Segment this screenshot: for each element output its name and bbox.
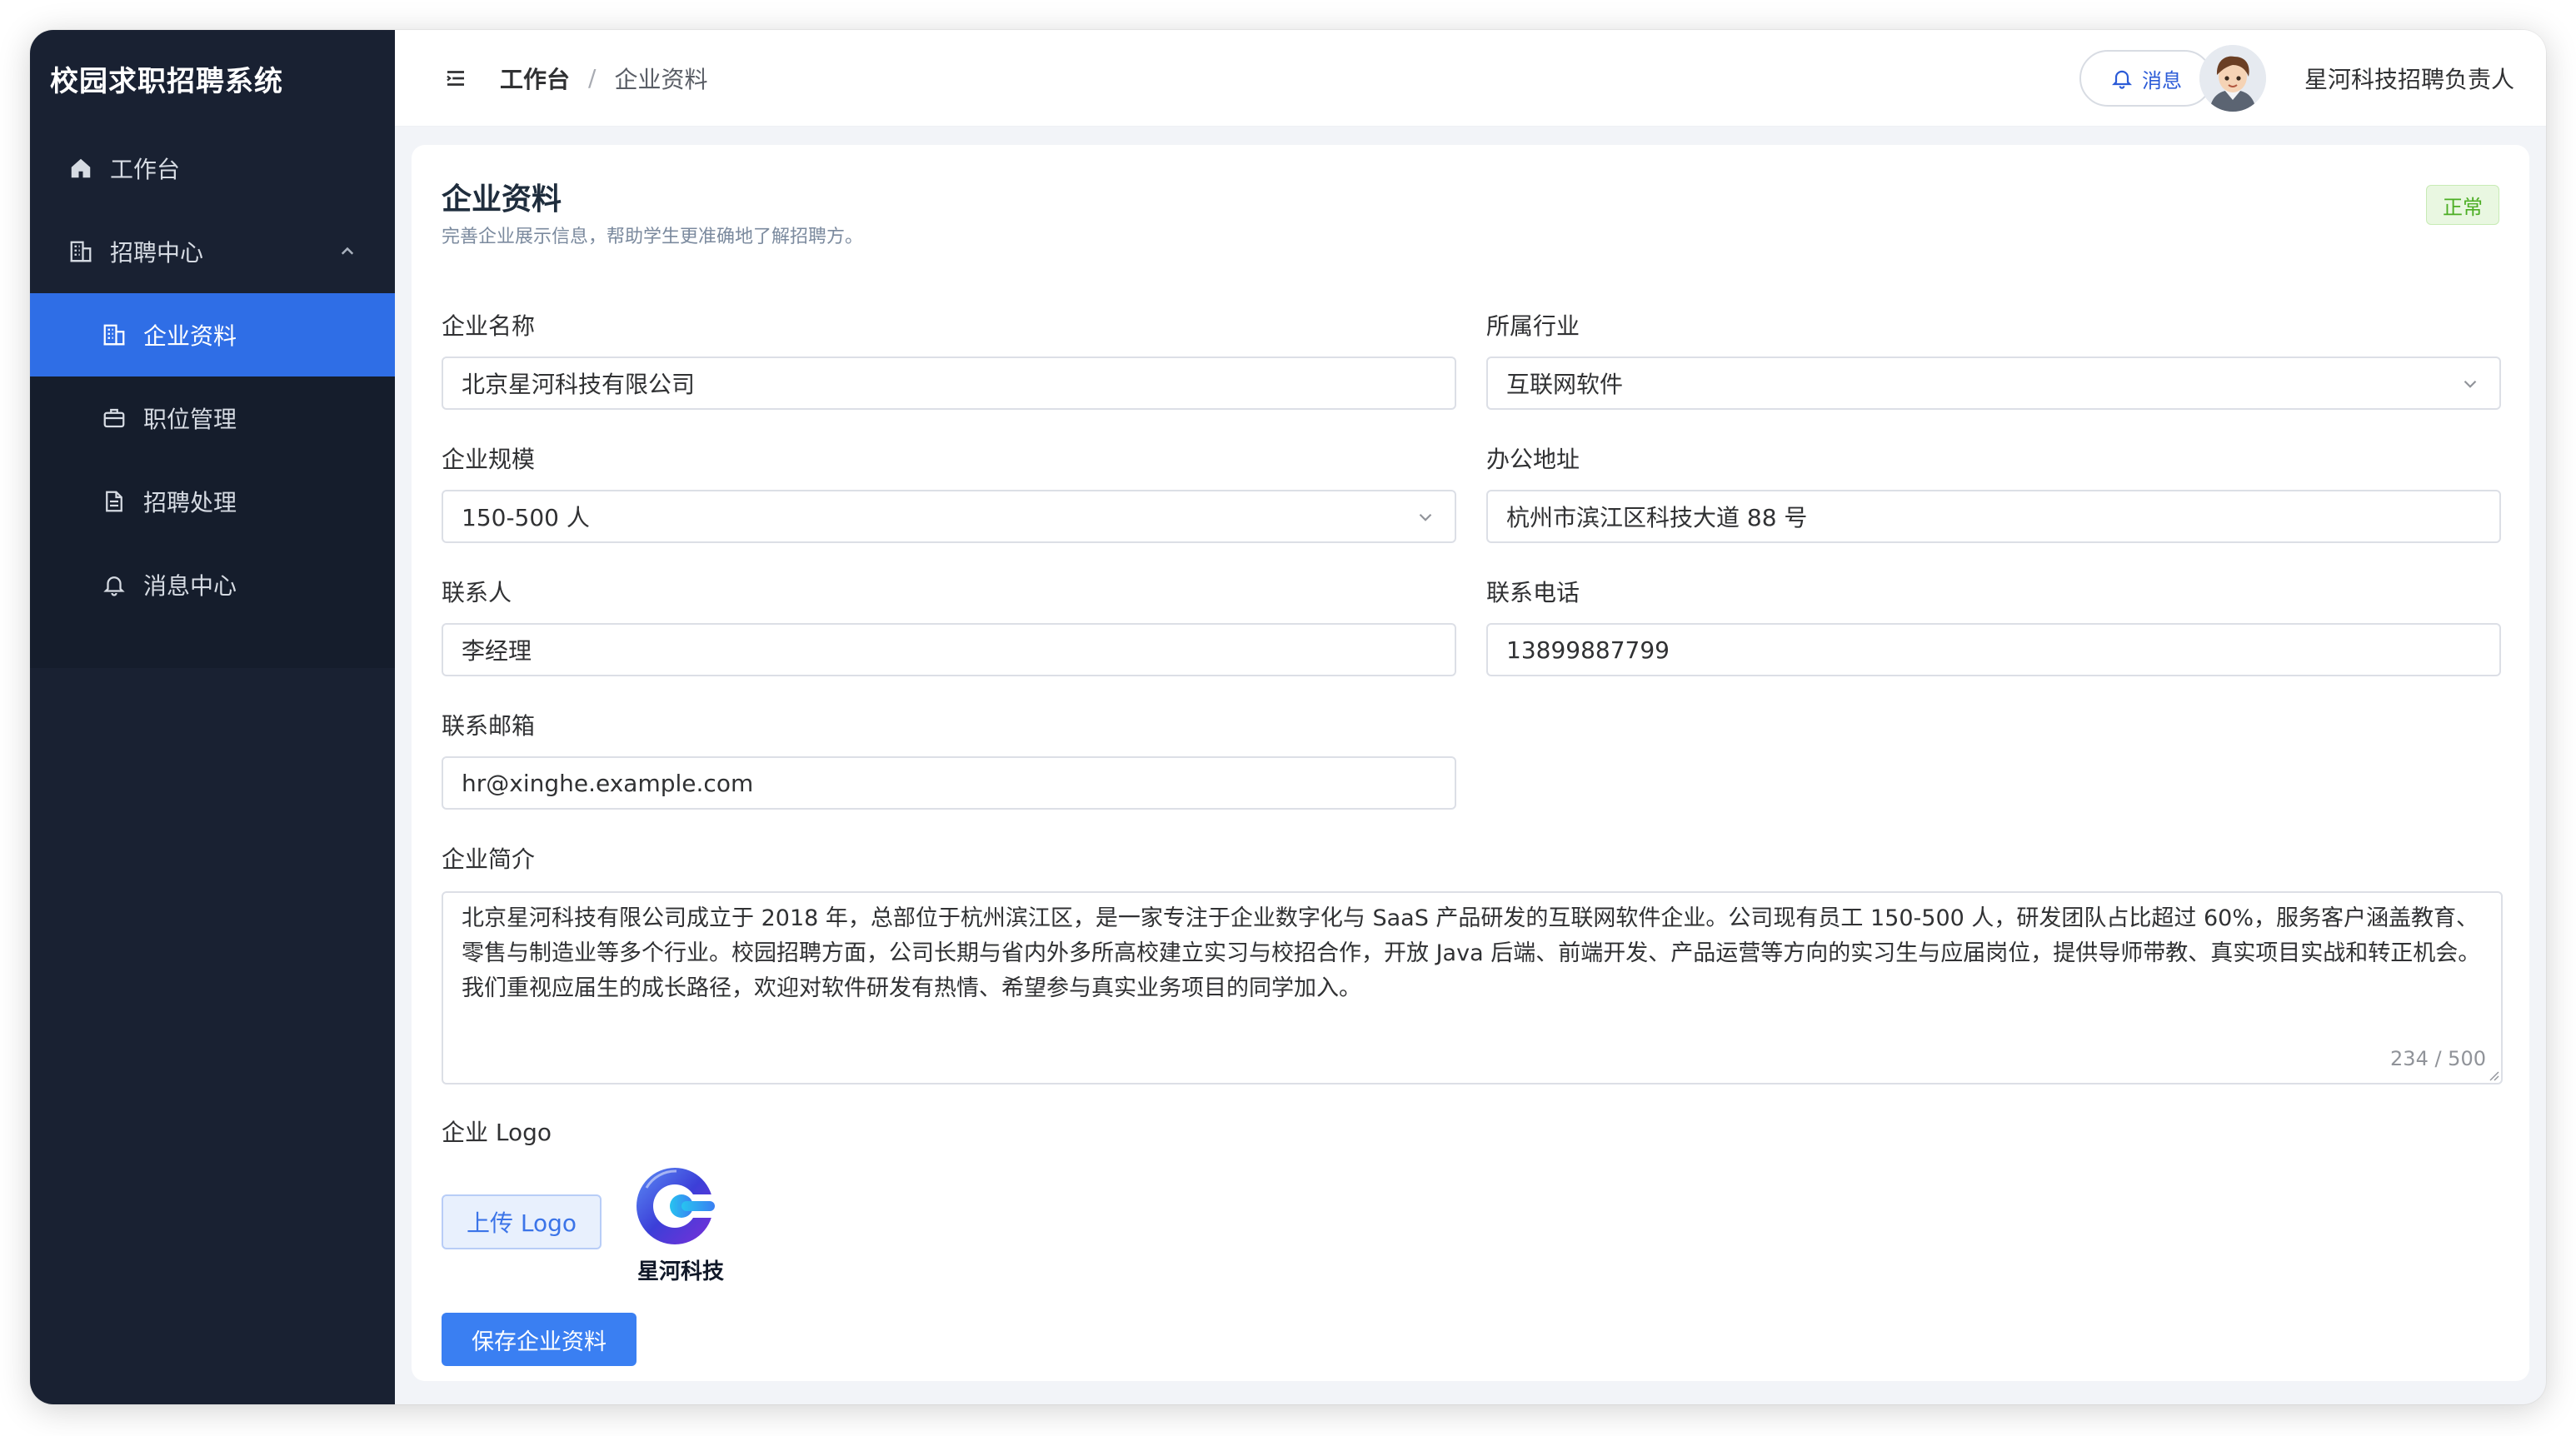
company-logo-mark (637, 1168, 720, 1244)
industry-value: 互联网软件 (1506, 371, 1624, 398)
sidebar-item-recruit-processing[interactable]: 招聘处理 (30, 460, 395, 543)
messages-button[interactable]: 消息 (2079, 50, 2213, 107)
page-subtitle: 完善企业展示信息，帮助学生更准确地了解招聘方。 (442, 227, 864, 247)
breadcrumb-item-current: 企业资料 (614, 65, 708, 93)
building-icon (100, 321, 128, 349)
intro-textarea[interactable]: 北京星河科技有限公司成立于 2018 年，总部位于杭州滨江区，是一家专注于企业数… (442, 891, 2503, 1084)
company-logo: 星河科技 (627, 1163, 738, 1284)
phone-label: 联系电话 (1486, 579, 1580, 606)
company-profile-card: 企业资料 完善企业展示信息，帮助学生更准确地了解招聘方。 正常 企业名称 北京星… (412, 145, 2529, 1381)
resize-handle-icon[interactable] (2486, 1068, 2499, 1081)
chevron-up-icon (341, 247, 354, 255)
save-profile-button[interactable]: 保存企业资料 (442, 1313, 637, 1366)
top-header: 工作台 / 企业资料 消息 星河科技招聘负责人 (395, 30, 2546, 127)
sidebar: 校园求职招聘系统 工作台 招聘中心 企业资料 职位管理 招聘处理 消息中心 (30, 30, 395, 1404)
menu-fold-icon[interactable] (443, 66, 468, 91)
email-input[interactable]: hr@xinghe.example.com (442, 756, 1456, 810)
sidebar-item-label: 职位管理 (143, 406, 237, 433)
sidebar-item-label: 招聘处理 (143, 489, 237, 516)
breadcrumb-separator: / (588, 64, 597, 92)
address-value: 杭州市滨江区科技大道 88 号 (1506, 504, 1808, 531)
scale-value: 150-500 人 (462, 504, 590, 531)
sidebar-item-recruit-center[interactable]: 招聘中心 (30, 210, 395, 293)
sidebar-item-label: 企业资料 (143, 322, 237, 350)
document-icon (100, 487, 128, 516)
breadcrumb-item-workbench[interactable]: 工作台 (500, 62, 570, 95)
industry-select[interactable]: 互联网软件 (1486, 357, 2501, 410)
app-title: 校园求职招聘系统 (50, 64, 283, 98)
contact-value: 李经理 (462, 637, 532, 665)
contact-label: 联系人 (442, 579, 512, 606)
contact-input[interactable]: 李经理 (442, 623, 1456, 676)
chevron-down-icon (1419, 513, 1432, 521)
char-counter: 234 / 500 (2390, 1047, 2486, 1070)
breadcrumb: 工作台 / 企业资料 (500, 62, 707, 95)
user-name[interactable]: 星河科技招聘负责人 (2304, 62, 2514, 95)
intro-label: 企业简介 (442, 845, 536, 873)
company-name-value: 北京星河科技有限公司 (462, 371, 696, 398)
phone-value: 13899887799 (1506, 636, 1670, 664)
sidebar-item-label: 工作台 (110, 156, 181, 183)
industry-label: 所属行业 (1486, 312, 1580, 340)
phone-input[interactable]: 13899887799 (1486, 623, 2501, 676)
scale-select[interactable]: 150-500 人 (442, 490, 1456, 543)
home-icon (67, 154, 95, 182)
chevron-down-icon (2464, 380, 2477, 388)
page-title: 企业资料 (442, 182, 562, 217)
company-name-input[interactable]: 北京星河科技有限公司 (442, 357, 1456, 410)
address-label: 办公地址 (1486, 446, 1580, 473)
avatar[interactable] (2199, 45, 2266, 112)
bell-icon (2111, 70, 2133, 89)
sidebar-item-company-profile[interactable]: 企业资料 (30, 293, 395, 376)
building-icon (67, 237, 95, 266)
sidebar-item-message-center[interactable]: 消息中心 (30, 543, 395, 626)
address-input[interactable]: 杭州市滨江区科技大道 88 号 (1486, 490, 2501, 543)
sidebar-item-label: 消息中心 (143, 572, 237, 600)
upload-logo-button[interactable]: 上传 Logo (442, 1194, 602, 1249)
logo-label: 企业 Logo (442, 1119, 552, 1146)
messages-label: 消息 (2142, 68, 2182, 92)
bell-icon (100, 571, 128, 599)
sidebar-item-label: 招聘中心 (110, 239, 204, 267)
email-value: hr@xinghe.example.com (462, 769, 754, 797)
app-window: 校园求职招聘系统 工作台 招聘中心 企业资料 职位管理 招聘处理 消息中心 工作… (30, 30, 2546, 1404)
email-label: 联系邮箱 (442, 712, 536, 740)
intro-value: 北京星河科技有限公司成立于 2018 年，总部位于杭州滨江区，是一家专注于企业数… (462, 905, 2481, 1001)
sidebar-item-job-management[interactable]: 职位管理 (30, 376, 395, 460)
scale-label: 企业规模 (442, 446, 536, 473)
status-badge: 正常 (2426, 185, 2499, 225)
briefcase-icon (100, 404, 128, 432)
sidebar-item-workbench[interactable]: 工作台 (30, 127, 395, 210)
company-name-label: 企业名称 (442, 312, 536, 340)
company-logo-text: 星河科技 (637, 1259, 724, 1284)
